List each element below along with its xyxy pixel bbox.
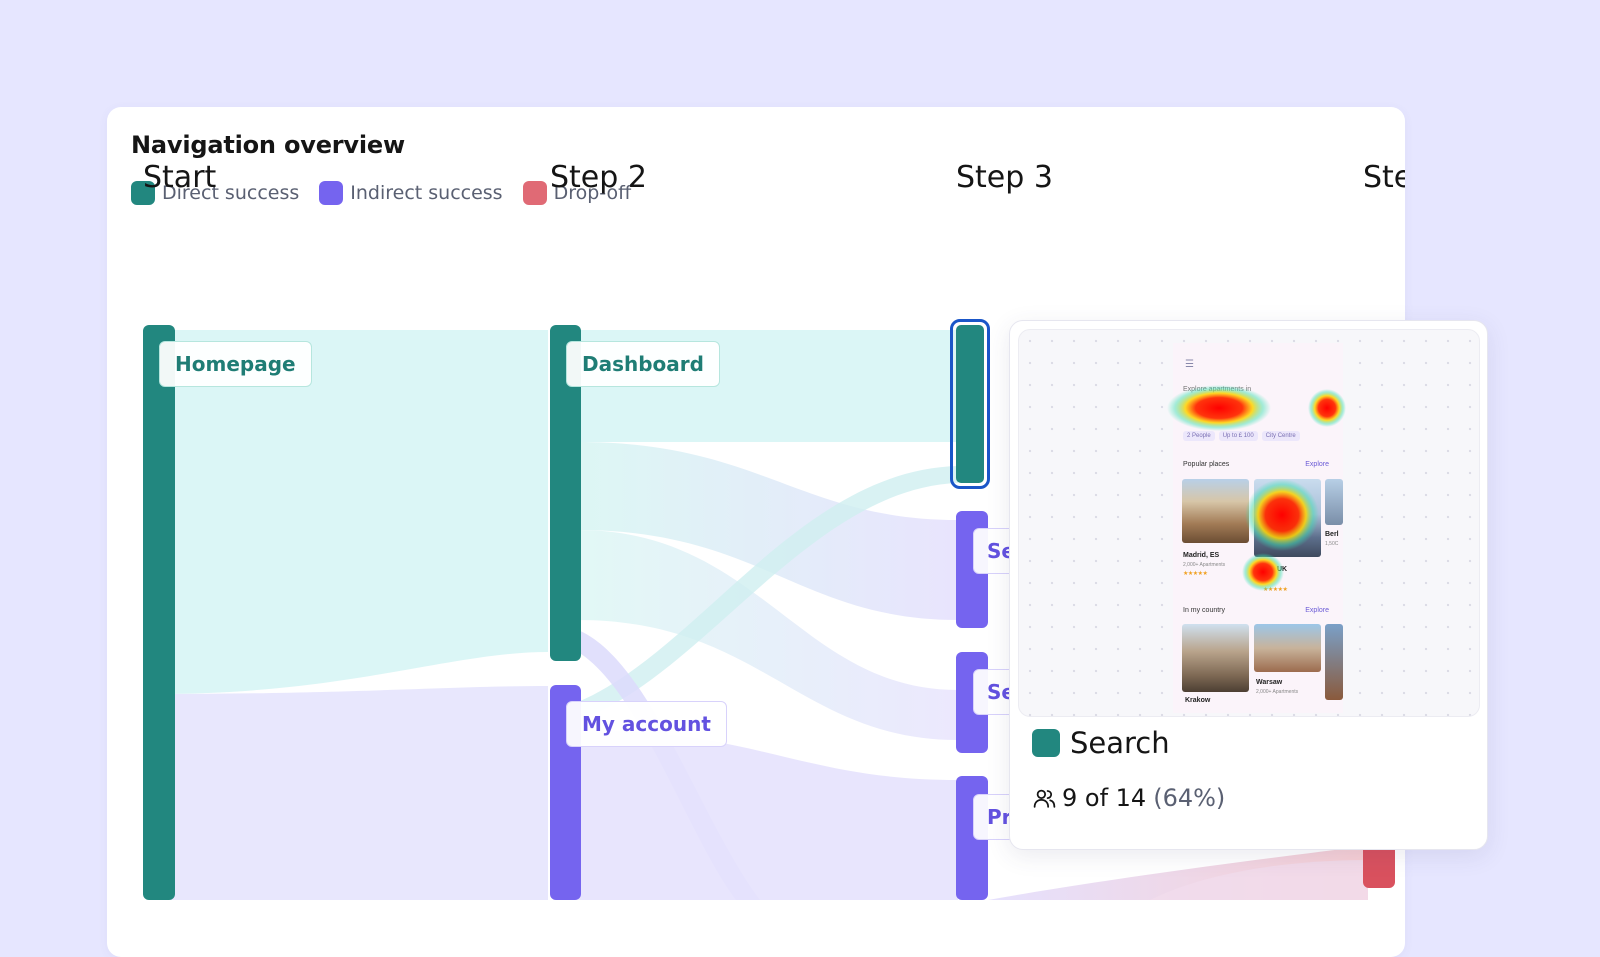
screen-tag: City Centre bbox=[1261, 431, 1300, 441]
node-step3-search-selected[interactable] bbox=[956, 325, 984, 483]
tooltip-swatch-direct bbox=[1032, 729, 1060, 757]
screen-country-title: In my country bbox=[1183, 607, 1226, 614]
screen-heading: Explore apartments in bbox=[1183, 386, 1252, 393]
warsaw-image bbox=[1254, 624, 1321, 672]
screen-tag: Up to £ 100 bbox=[1218, 431, 1258, 441]
node-label-dashboard[interactable]: Dashboard bbox=[566, 341, 720, 387]
node-label-my-account[interactable]: My account bbox=[566, 701, 727, 747]
card-title-warsaw: Warsaw bbox=[1256, 679, 1283, 686]
card-title-berlin: Berl bbox=[1325, 531, 1339, 538]
step-label-step-2: Step 2 bbox=[550, 160, 647, 195]
krakow-image bbox=[1182, 624, 1249, 692]
hamburger-icon: ☰ bbox=[1185, 359, 1194, 370]
step-label-step-3: Step 3 bbox=[956, 160, 1053, 195]
screen-popular-title: Popular places bbox=[1183, 461, 1230, 468]
country-third-image bbox=[1325, 624, 1343, 700]
screen-thumbnail: ☰ Explore apartments in 2 People Up to £… bbox=[1173, 343, 1343, 713]
tooltip-title: Search bbox=[1032, 726, 1170, 760]
step-label-start: Start bbox=[143, 160, 217, 195]
step-label-step-4: Step 4 bbox=[1363, 160, 1405, 195]
tooltip-title-text: Search bbox=[1070, 726, 1170, 760]
screen-explore-link: Explore bbox=[1305, 461, 1329, 468]
users-icon bbox=[1033, 789, 1056, 808]
tooltip-count: 9 of 14 bbox=[1062, 784, 1147, 812]
node-homepage[interactable] bbox=[143, 325, 175, 900]
uk-image bbox=[1254, 479, 1321, 557]
card-title-uk: UK bbox=[1277, 566, 1288, 573]
card-sub-warsaw: 2,000+ Apartments bbox=[1256, 689, 1299, 695]
screen-tag: 2 People bbox=[1183, 431, 1215, 441]
flow-my-account-to-step3-c bbox=[578, 730, 958, 900]
card-sub-madrid: 2,000+ Apartments bbox=[1183, 562, 1226, 568]
tooltip-percent: (64%) bbox=[1153, 784, 1226, 812]
screen-explore-link-2: Explore bbox=[1305, 607, 1329, 614]
card-title-krakow: Krakow bbox=[1185, 697, 1211, 704]
screen-preview: ☰ Explore apartments in 2 People Up to £… bbox=[1018, 329, 1480, 717]
tooltip-stats: 9 of 14 (64%) bbox=[1032, 784, 1225, 812]
node-label-homepage[interactable]: Homepage bbox=[159, 341, 312, 387]
card-stars-madrid: ★★★★★ bbox=[1183, 571, 1208, 577]
card-stars-uk: ★★★★★ bbox=[1263, 587, 1288, 593]
berlin-image bbox=[1325, 479, 1343, 525]
card-title-madrid: Madrid, ES bbox=[1183, 552, 1220, 559]
card-sub-berlin: 1,50C bbox=[1325, 541, 1339, 547]
flow-homepage-to-my-account bbox=[156, 686, 548, 900]
madrid-image bbox=[1182, 479, 1249, 543]
node-tooltip: ☰ Explore apartments in 2 People Up to £… bbox=[1009, 320, 1488, 850]
screen-filter-tags: 2 People Up to £ 100 City Centre bbox=[1183, 431, 1304, 441]
